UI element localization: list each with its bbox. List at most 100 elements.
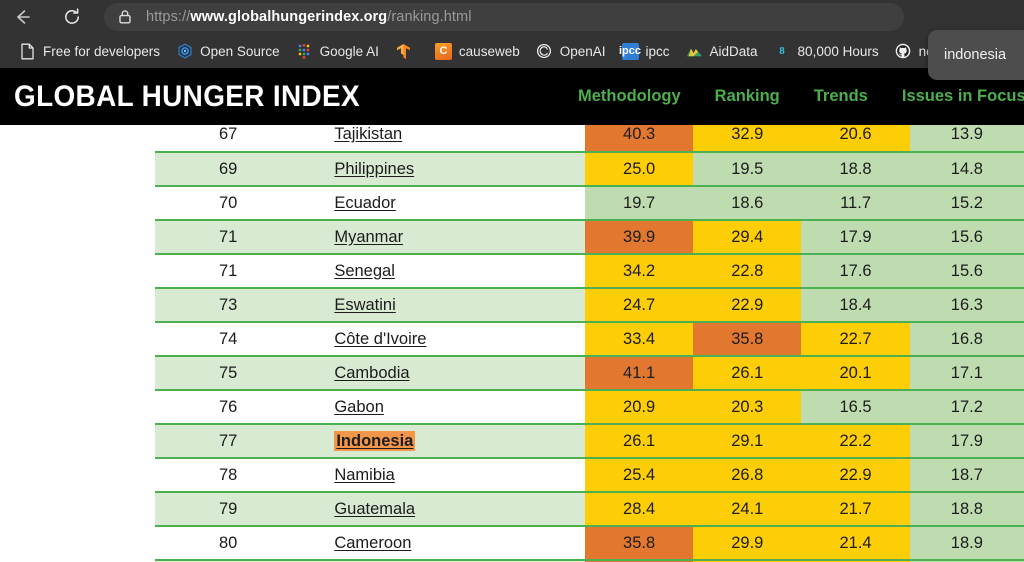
country-cell: Cambodia (301, 356, 585, 390)
country-link[interactable]: Cambodia (334, 364, 409, 382)
value-cell: 22.9 (801, 458, 910, 492)
value-cell: 29.4 (693, 220, 802, 254)
value-cell: 16.5 (801, 390, 910, 424)
country-link[interactable]: Namibia (334, 466, 395, 484)
bookmark-tensorflow[interactable] (388, 38, 426, 64)
nav-item-methodology[interactable]: Methodology (578, 87, 681, 106)
country-link[interactable]: Ecuador (334, 194, 395, 212)
bookmark-label: Open Source (200, 43, 280, 59)
country-link[interactable]: Myanmar (334, 228, 403, 246)
value-cell: 17.9 (801, 220, 910, 254)
browser-chrome: https://www.globalhungerindex.org/rankin… (0, 0, 1024, 80)
nav-item-trends[interactable]: Trends (814, 87, 868, 106)
value-cell: 26.1 (693, 356, 802, 390)
eighty-thousand-hours-icon: 8 (779, 45, 785, 57)
bookmark-80000-hours[interactable]: 8 80,000 Hours (767, 38, 886, 64)
value-cell: 28.4 (584, 492, 694, 526)
nav-item-ranking[interactable]: Ranking (715, 87, 780, 106)
bookmark-label: ipcc (645, 43, 670, 59)
value-cell: 17.9 (909, 424, 1024, 458)
country-link[interactable]: Senegal (334, 262, 395, 280)
rank-cell: 71 (155, 254, 302, 288)
country-cell: Indonesia (301, 424, 585, 458)
back-arrow-icon[interactable] (8, 3, 36, 31)
country-link[interactable]: Indonesia (334, 430, 416, 451)
reload-icon[interactable] (58, 3, 86, 31)
value-cell: 35.8 (693, 322, 802, 356)
value-cell: 22.7 (801, 322, 910, 356)
bookmark-open-source[interactable]: Open Source (169, 38, 287, 64)
rank-cell: 79 (155, 492, 302, 526)
bookmark-label: OpenAI (559, 43, 606, 59)
country-cell: Cameroon (301, 526, 585, 560)
value-cell: 15.6 (909, 220, 1024, 254)
country-link[interactable]: Tajikistan (334, 125, 402, 143)
country-link[interactable]: Côte d'Ivoire (334, 330, 426, 348)
bookmark-free-for-developers[interactable]: Free for developers (12, 38, 167, 64)
rank-cell: 74 (155, 322, 302, 356)
country-cell: Philippines (301, 152, 585, 186)
value-cell: 18.6 (693, 186, 802, 220)
value-cell: 33.4 (584, 322, 694, 356)
value-cell: 17.6 (801, 254, 910, 288)
aiddata-icon (686, 43, 703, 60)
country-link[interactable]: Cameroon (334, 534, 411, 552)
bookmark-label: Free for developers (43, 43, 161, 59)
bookmark-ipcc[interactable]: ipcc ipcc (615, 38, 677, 64)
value-cell: 16.3 (909, 288, 1024, 322)
table-row: 74 Côte d'Ivoire 33.4 35.8 22.7 16.8 (155, 322, 1024, 356)
bookmark-openai[interactable]: OpenAI (529, 38, 613, 64)
table-row: 70 Ecuador 19.7 18.6 11.7 15.2 (155, 186, 1024, 220)
value-cell: 39.9 (584, 220, 694, 254)
value-cell: 25.4 (584, 458, 694, 492)
value-cell: 17.1 (909, 356, 1024, 390)
table-row: 69 Philippines 25.0 19.5 18.8 14.8 (155, 152, 1024, 186)
country-link[interactable]: Guatemala (334, 500, 415, 518)
bookmarks-bar: Free for developers Open Source Google A… (0, 34, 1024, 68)
causeweb-icon: C (434, 42, 452, 60)
table-row: 75 Cambodia 41.1 26.1 20.1 17.1 (155, 356, 1024, 390)
rank-cell: 80 (155, 526, 302, 560)
value-cell: 24.7 (584, 288, 694, 322)
value-cell: 15.2 (909, 186, 1024, 220)
country-link[interactable]: Gabon (334, 398, 384, 416)
value-cell: 26.8 (693, 458, 802, 492)
bookmark-aiddata[interactable]: AidData (679, 38, 765, 64)
country-link[interactable]: Philippines (334, 160, 414, 178)
bookmark-label: AidData (709, 43, 758, 59)
table-row: 71 Myanmar 39.9 29.4 17.9 15.6 (155, 220, 1024, 254)
google-ai-icon (296, 43, 313, 60)
openai-icon (536, 43, 553, 60)
rank-cell: 75 (155, 356, 302, 390)
value-cell: 20.9 (584, 390, 694, 424)
value-cell: 16.8 (909, 322, 1024, 356)
country-cell: Gabon (301, 390, 585, 424)
rank-cell: 73 (155, 288, 302, 322)
value-cell: 24.1 (693, 492, 802, 526)
table-row: 79 Guatemala 28.4 24.1 21.7 18.8 (155, 492, 1024, 526)
url-text[interactable]: https://www.globalhungerindex.org/rankin… (146, 9, 472, 25)
country-cell: Ecuador (301, 186, 585, 220)
rank-cell: 71 (155, 220, 302, 254)
value-cell: 25.0 (584, 152, 694, 186)
address-bar[interactable]: https://www.globalhungerindex.org/rankin… (104, 3, 904, 31)
value-cell: 15.6 (909, 254, 1024, 288)
country-link[interactable]: Eswatini (334, 296, 395, 314)
value-cell: 18.8 (909, 492, 1024, 526)
value-cell: 34.2 (584, 254, 694, 288)
site-logo-title[interactable]: GLOBAL HUNGER INDEX (14, 80, 360, 114)
value-cell: 19.7 (584, 186, 694, 220)
table-row: 78 Namibia 25.4 26.8 22.9 18.7 (155, 458, 1024, 492)
bookmark-causeweb[interactable]: C causeweb (428, 38, 527, 64)
tensorflow-icon (395, 43, 412, 60)
lock-icon[interactable] (116, 8, 134, 26)
nav-item-issues-in-focus[interactable]: Issues in Focus (902, 87, 1024, 106)
value-cell: 20.3 (693, 390, 802, 424)
rank-cell: 77 (155, 424, 302, 458)
country-ranking-table: 67 Tajikistan 40.3 32.9 20.6 13.9 69 Philippine… (155, 118, 1024, 562)
rank-cell: 69 (155, 152, 302, 186)
bookmark-google-ai[interactable]: Google AI (289, 38, 386, 64)
value-cell: 18.4 (801, 288, 910, 322)
tooltip-text: indonesia (944, 47, 1007, 63)
table-row: 77 Indonesia 26.1 29.1 22.2 17.9 (155, 424, 1024, 458)
